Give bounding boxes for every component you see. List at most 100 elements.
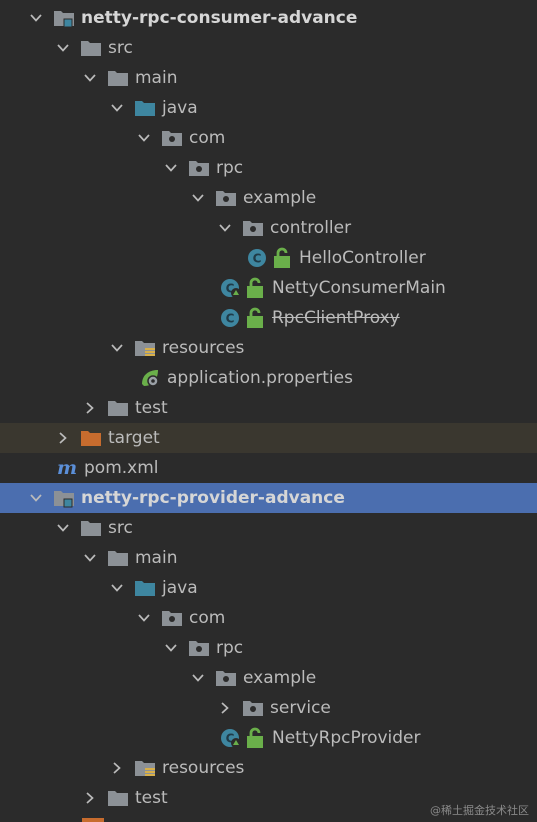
tree-item-label: java: [162, 98, 198, 118]
tree-item-label: netty-rpc-consumer-advance: [81, 8, 358, 28]
tree-item-label: test: [135, 398, 168, 418]
chevron-down-icon[interactable]: [28, 3, 44, 33]
tree-item-label: main: [135, 68, 178, 88]
chevron-down-icon[interactable]: [109, 573, 125, 603]
tree-row-target[interactable]: target: [0, 423, 537, 453]
package-icon: [214, 666, 238, 690]
resources-folder-icon: [133, 336, 157, 360]
tree-item-label: java: [162, 578, 198, 598]
tree-item-label: application.properties: [167, 368, 353, 388]
resources-folder-icon: [133, 756, 157, 780]
tree-item-label: pom.xml: [84, 458, 159, 478]
tree-item-label: target: [108, 428, 160, 448]
module-folder-icon: [52, 486, 76, 510]
svg-text:C: C: [253, 252, 262, 266]
chevron-down-icon[interactable]: [55, 513, 71, 543]
module-folder-icon: [52, 6, 76, 30]
package-icon: [187, 156, 211, 180]
chevron-right-icon[interactable]: [55, 423, 71, 453]
chevron-down-icon[interactable]: [163, 153, 179, 183]
folder-icon: [106, 546, 130, 570]
tree-item-label: service: [270, 698, 331, 718]
svg-text:m: m: [57, 457, 77, 479]
tree-item-label: NettyRpcProvider: [272, 728, 421, 748]
tree-row-pom-xml[interactable]: m pom.xml: [0, 453, 537, 483]
tree-row-com[interactable]: com: [0, 603, 537, 633]
tree-row-example[interactable]: example: [0, 663, 537, 693]
spring-properties-icon: [138, 366, 162, 390]
next-row-partial: [0, 818, 537, 822]
tree-row-netty-rpc-provider-advance[interactable]: netty-rpc-provider-advance: [0, 483, 537, 513]
folder-icon: [106, 396, 130, 420]
chevron-down-icon[interactable]: [163, 633, 179, 663]
tree-item-label: controller: [270, 218, 352, 238]
tree-item-label: src: [108, 518, 133, 538]
folder-icon: [79, 36, 103, 60]
chevron-down-icon[interactable]: [82, 543, 98, 573]
tree-item-label: test: [135, 788, 168, 808]
spring-boot-class-icon: C: [219, 726, 243, 750]
tree-row-application-properties[interactable]: application.properties: [0, 363, 537, 393]
class-icon: C: [219, 306, 243, 330]
chevron-down-icon[interactable]: [28, 483, 44, 513]
chevron-down-icon[interactable]: [190, 663, 206, 693]
tree-row-controller[interactable]: controller: [0, 213, 537, 243]
lock-icon: [274, 246, 290, 270]
chevron-down-icon[interactable]: [190, 183, 206, 213]
project-tree: netty-rpc-consumer-advance src main java…: [0, 3, 537, 813]
chevron-right-icon[interactable]: [82, 393, 98, 423]
tree-row-nettyrpcprovider[interactable]: C NettyRpcProvider: [0, 723, 537, 753]
tree-item-label: rpc: [216, 158, 244, 178]
chevron-down-icon[interactable]: [136, 123, 152, 153]
folder-edge: [82, 818, 104, 822]
tree-item-label: main: [135, 548, 178, 568]
tree-item-label: RpcClientProxy: [272, 308, 400, 328]
tree-row-rpc[interactable]: rpc: [0, 153, 537, 183]
tree-row-rpc[interactable]: rpc: [0, 633, 537, 663]
folder-icon: [79, 516, 103, 540]
tree-row-resources[interactable]: resources: [0, 753, 537, 783]
tree-row-resources[interactable]: resources: [0, 333, 537, 363]
tree-item-label: HelloController: [299, 248, 426, 268]
tree-row-test[interactable]: test: [0, 393, 537, 423]
tree-row-src[interactable]: src: [0, 33, 537, 63]
package-icon: [214, 186, 238, 210]
tree-row-service[interactable]: service: [0, 693, 537, 723]
chevron-down-icon[interactable]: [217, 213, 233, 243]
folder-icon: [106, 786, 130, 810]
tree-row-src[interactable]: src: [0, 513, 537, 543]
class-icon: C: [246, 246, 270, 270]
lock-icon: [247, 276, 263, 300]
chevron-right-icon[interactable]: [109, 753, 125, 783]
spring-boot-class-icon: C: [219, 276, 243, 300]
lock-icon: [247, 726, 263, 750]
package-icon: [160, 606, 184, 630]
tree-row-java[interactable]: java: [0, 93, 537, 123]
tree-item-label: com: [189, 608, 226, 628]
tree-item-label: src: [108, 38, 133, 58]
chevron-down-icon[interactable]: [55, 33, 71, 63]
tree-item-label: resources: [162, 338, 245, 358]
chevron-down-icon[interactable]: [82, 63, 98, 93]
chevron-right-icon[interactable]: [217, 693, 233, 723]
chevron-down-icon[interactable]: [136, 603, 152, 633]
chevron-down-icon[interactable]: [109, 333, 125, 363]
source-folder-icon: [133, 96, 157, 120]
package-icon: [241, 696, 265, 720]
package-icon: [187, 636, 211, 660]
tree-row-nettyconsumermain[interactable]: C NettyConsumerMain: [0, 273, 537, 303]
svg-text:C: C: [226, 312, 235, 326]
package-icon: [160, 126, 184, 150]
tree-item-label: com: [189, 128, 226, 148]
chevron-down-icon[interactable]: [109, 93, 125, 123]
tree-row-rpcclientproxy[interactable]: C RpcClientProxy: [0, 303, 537, 333]
tree-row-netty-rpc-consumer-advance[interactable]: netty-rpc-consumer-advance: [0, 3, 537, 33]
tree-row-example[interactable]: example: [0, 183, 537, 213]
tree-row-hellocontroller[interactable]: C HelloController: [0, 243, 537, 273]
tree-row-main[interactable]: main: [0, 543, 537, 573]
tree-item-label: netty-rpc-provider-advance: [81, 488, 345, 508]
tree-row-java[interactable]: java: [0, 573, 537, 603]
tree-row-com[interactable]: com: [0, 123, 537, 153]
chevron-right-icon[interactable]: [82, 783, 98, 813]
tree-row-main[interactable]: main: [0, 63, 537, 93]
